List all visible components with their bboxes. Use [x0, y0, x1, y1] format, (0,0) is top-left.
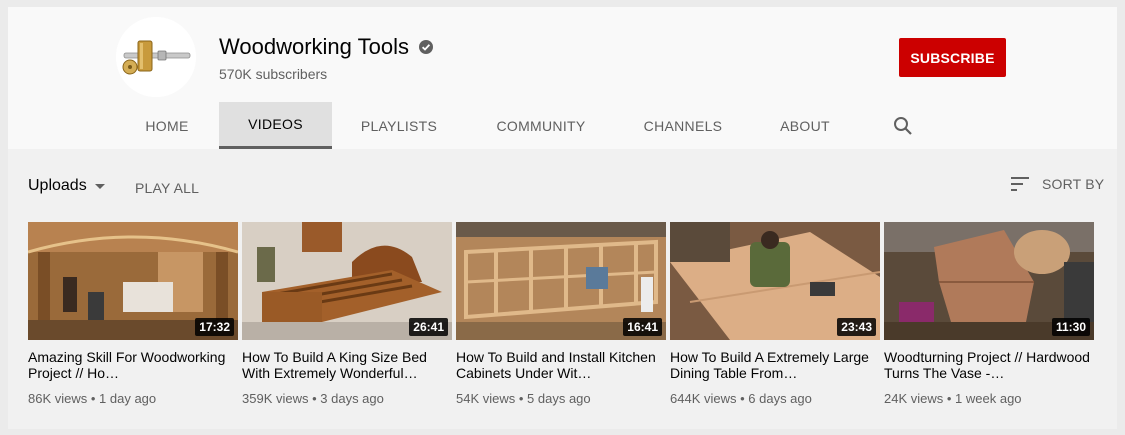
search-icon[interactable] — [892, 115, 914, 137]
sort-icon — [1011, 176, 1031, 192]
video-thumbnail[interactable]: 17:32 — [28, 222, 238, 340]
video-age: 1 week ago — [955, 391, 1022, 406]
video-title[interactable]: How To Build and Install Kitchen Cabinet… — [456, 349, 666, 381]
video-title[interactable]: How To Build A King Size Bed With Extrem… — [242, 349, 452, 381]
uploads-label: Uploads — [28, 177, 87, 194]
video-views: 644K views — [670, 391, 737, 406]
video-meta: 86K views • 1 day ago — [28, 391, 157, 406]
video-age: 6 days ago — [748, 391, 812, 406]
video-duration: 17:32 — [195, 318, 234, 336]
tab-videos[interactable]: VIDEOS — [219, 102, 332, 149]
video-age: 5 days ago — [527, 391, 591, 406]
verified-check-icon — [418, 39, 434, 55]
video-duration: 16:41 — [623, 318, 662, 336]
video-thumbnail[interactable]: 16:41 — [456, 222, 666, 340]
video-views: 24K views — [884, 391, 944, 406]
video-views: 86K views — [28, 391, 88, 406]
video-duration: 26:41 — [409, 318, 448, 336]
video-thumbnail[interactable]: 26:41 — [242, 222, 452, 340]
channel-avatar[interactable] — [116, 17, 196, 97]
video-duration: 11:30 — [1051, 318, 1090, 336]
tab-channels[interactable]: CHANNELS — [628, 102, 738, 149]
sort-by-button[interactable]: SORT BY — [1011, 176, 1104, 192]
channel-tabs: HOME VIDEOS PLAYLISTS COMMUNITY CHANNELS… — [8, 102, 1117, 149]
video-thumbnail[interactable]: 23:43 — [670, 222, 880, 340]
video-card[interactable]: 16:41 How To Build and Install Kitchen C… — [456, 222, 666, 406]
marking-gauge-image — [116, 17, 196, 97]
video-card[interactable]: 17:32 Amazing Skill For Woodworking Proj… — [28, 222, 238, 406]
video-duration: 23:43 — [837, 318, 876, 336]
uploads-dropdown[interactable]: Uploads — [28, 177, 105, 195]
subscribe-button[interactable]: SUBSCRIBE — [899, 38, 1006, 77]
video-meta: 24K views • 1 week ago — [884, 391, 1022, 406]
chevron-down-icon — [94, 183, 105, 189]
video-card[interactable]: 26:41 How To Build A King Size Bed With … — [242, 222, 452, 406]
video-age: 1 day ago — [99, 391, 157, 406]
video-meta: 54K views • 5 days ago — [456, 391, 591, 406]
video-age: 3 days ago — [320, 391, 384, 406]
videos-section: Uploads PLAY ALL SORT BY 17:32 Amazing S… — [8, 149, 1117, 429]
tab-home[interactable]: HOME — [124, 102, 210, 149]
tab-community[interactable]: COMMUNITY — [476, 102, 606, 149]
video-title[interactable]: Woodturning Project // Hardwood Turns Th… — [884, 349, 1094, 381]
video-meta: 359K views • 3 days ago — [242, 391, 384, 406]
video-views: 54K views — [456, 391, 516, 406]
video-card[interactable]: 11:30 Woodturning Project // Hardwood Tu… — [884, 222, 1094, 406]
tab-playlists[interactable]: PLAYLISTS — [342, 102, 456, 149]
video-title[interactable]: Amazing Skill For Woodworking Project //… — [28, 349, 238, 381]
subscriber-count: 570K subscribers — [219, 66, 328, 82]
video-meta: 644K views • 6 days ago — [670, 391, 812, 406]
video-title[interactable]: How To Build A Extremely Large Dining Ta… — [670, 349, 880, 381]
video-thumbnail[interactable]: 11:30 — [884, 222, 1094, 340]
channel-name: Woodworking Tools — [219, 34, 409, 59]
video-views: 359K views — [242, 391, 309, 406]
sort-by-label: SORT BY — [1042, 176, 1105, 192]
tab-about[interactable]: ABOUT — [762, 102, 848, 149]
play-all-button[interactable]: PLAY ALL — [135, 180, 199, 196]
video-card[interactable]: 23:43 How To Build A Extremely Large Din… — [670, 222, 880, 406]
channel-header: Woodworking Tools 570K subscribers SUBSC… — [8, 7, 1117, 149]
